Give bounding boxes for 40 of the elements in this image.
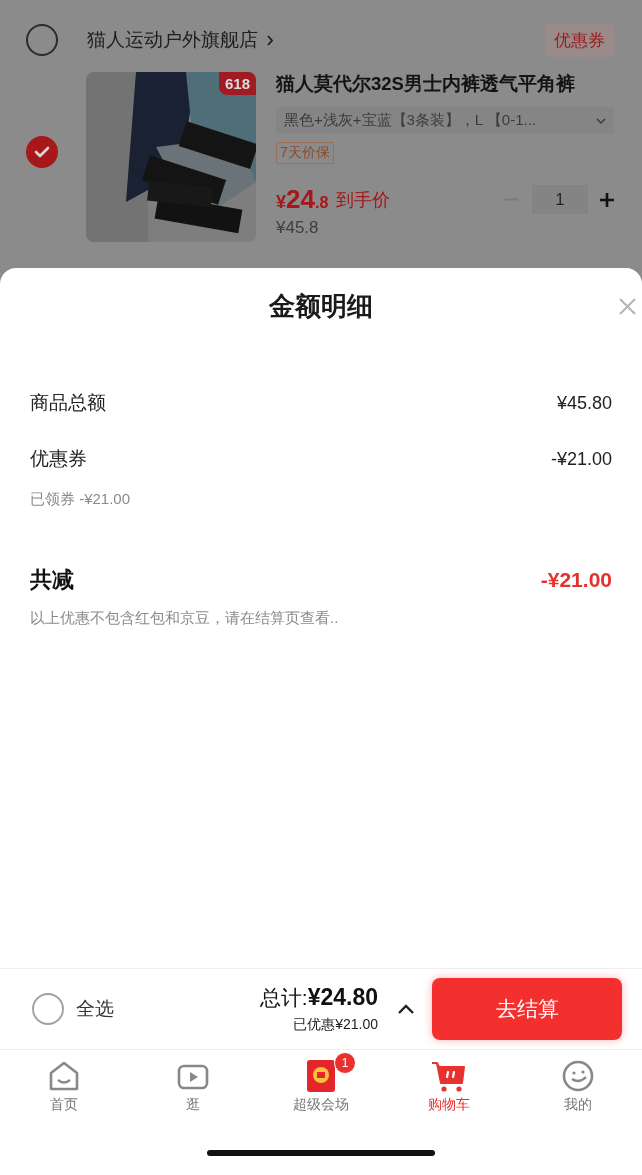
coupon-button[interactable]: 优惠券 xyxy=(545,23,614,57)
checkout-button[interactable]: 去结算 xyxy=(432,978,622,1040)
tab-item[interactable]: 首页 xyxy=(0,1050,129,1130)
quantity-field[interactable]: 1 xyxy=(532,185,588,214)
row-label: 商品总额 xyxy=(30,391,106,415)
checked-radio[interactable] xyxy=(26,136,58,168)
row-value: ¥45.80 xyxy=(556,392,612,414)
radio-button[interactable] xyxy=(32,993,64,1025)
caret-up-icon[interactable] xyxy=(398,1004,414,1014)
smiley-icon xyxy=(560,1059,595,1093)
disclaimer-text: 以上优惠不包含红包和京豆，请在结算页查看.. xyxy=(30,609,340,628)
radio-button[interactable] xyxy=(26,24,58,56)
variant-selector[interactable]: 黑色+浅灰+宝蓝【3条装】，L 【0-1... xyxy=(276,107,614,134)
checkmark-icon xyxy=(34,146,50,158)
price-label: 到手价 xyxy=(336,188,391,212)
coupon-note: 已领券 -¥21.00 xyxy=(30,490,132,509)
envelope-icon xyxy=(304,1058,338,1094)
tab-item[interactable]: 我的 xyxy=(513,1050,642,1130)
plus-icon[interactable] xyxy=(600,192,614,207)
promo-badge: 618 xyxy=(218,72,256,95)
total-discount: -¥21.00 xyxy=(540,568,612,592)
price: ¥24.8 xyxy=(276,184,329,215)
chevron-down-icon xyxy=(596,117,606,124)
sheet-title: 金额明细 xyxy=(269,289,373,323)
product-title[interactable]: 猫人莫代尔32S男士内裤透气平角裤 xyxy=(276,71,614,101)
discount-amount: 已优惠¥21.00 xyxy=(292,1016,378,1034)
price-protect-tag: 7天价保 xyxy=(276,142,334,164)
total-label: 共减 xyxy=(30,566,74,594)
select-all-label[interactable]: 全选 xyxy=(76,996,114,1022)
notification-badge: 1 xyxy=(334,1052,356,1074)
row-label: 优惠券 xyxy=(30,447,87,471)
tab-item[interactable]: 逛 xyxy=(128,1050,257,1130)
total-label: 总计: xyxy=(259,985,308,1011)
chevron-right-icon xyxy=(266,33,274,47)
total-amount: ¥24.80 xyxy=(307,984,378,1011)
tab-item[interactable]: 购物车 xyxy=(385,1050,514,1130)
tab-item[interactable]: 1 超级会场 xyxy=(256,1050,386,1130)
store-name[interactable]: 猫人运动户外旗舰店 xyxy=(87,27,258,53)
original-price: ¥45.8 xyxy=(276,218,320,238)
row-value: -¥21.00 xyxy=(550,448,612,470)
